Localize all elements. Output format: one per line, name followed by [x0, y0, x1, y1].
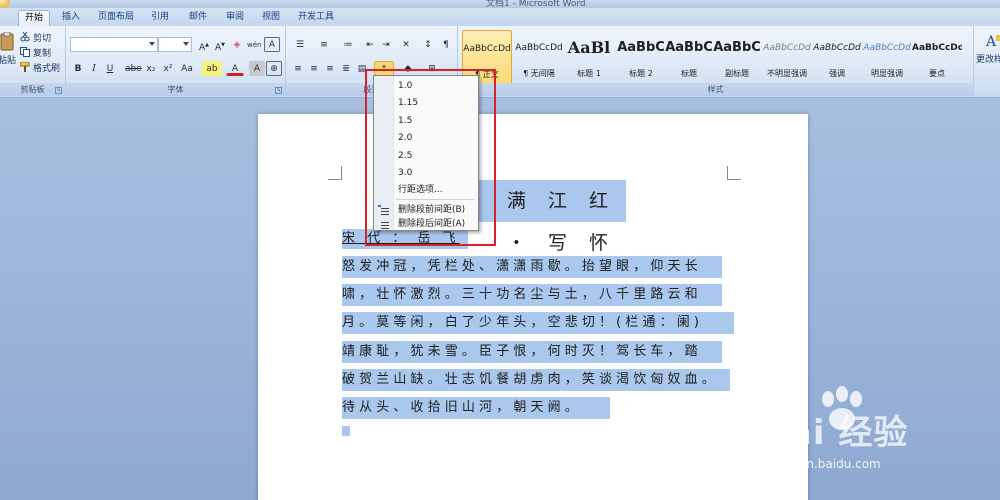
phonetic-guide-button[interactable]: wén: [246, 37, 262, 52]
strikethrough-button[interactable]: abe: [124, 61, 142, 76]
eraser-icon: ◈: [233, 40, 241, 50]
poem-line: 月 。 莫 等 闲 ， 白 了 少 年 头 ， 空 悲 切 ！ ( 栏 通 ： …: [342, 312, 734, 334]
font-launcher-icon[interactable]: ↘: [275, 87, 282, 94]
sort-icon: ↕: [424, 40, 432, 50]
bullets-button[interactable]: ☰: [290, 37, 310, 52]
margin-corner-mark: [727, 166, 741, 180]
numbering-button[interactable]: ≡: [314, 37, 334, 52]
align-left-button[interactable]: ≡: [290, 61, 306, 76]
copy-icon: [20, 47, 30, 57]
bullet-list-icon: ☰: [295, 40, 305, 50]
tab-mailings[interactable]: 邮件: [184, 10, 212, 27]
poem-line: 待 从 头 、 收 拾 旧 山 河 ， 朝 天 阙 。: [342, 397, 610, 419]
subscript-button[interactable]: x₂: [143, 61, 159, 76]
shrink-font-button[interactable]: A▼: [212, 37, 228, 53]
change-styles-label: 更改样式: [976, 55, 1000, 65]
pilcrow-icon: ¶: [443, 40, 449, 50]
clear-formatting-button[interactable]: ◈: [229, 37, 245, 52]
poem-line: 啸 ， 壮 怀 激 烈 。 三 十 功 名 尘 与 土 ， 八 千 里 路 云 …: [342, 284, 722, 306]
clipboard-launcher-icon[interactable]: ↘: [55, 87, 62, 94]
enclose-character-button[interactable]: ⊕: [266, 61, 282, 76]
copy-button[interactable]: 复制: [20, 45, 51, 59]
increase-indent-icon: ⇥: [382, 40, 390, 50]
font-name-combo[interactable]: [70, 37, 158, 52]
paste-button[interactable]: 粘贴: [0, 32, 16, 72]
change-styles-button[interactable]: A 更改样式: [976, 32, 1000, 72]
font-group-label: 字体: [66, 83, 285, 96]
italic-button[interactable]: I: [86, 61, 102, 76]
tab-review[interactable]: 审阅: [221, 10, 249, 27]
title-bar: 文档1 - Microsoft Word: [0, 0, 1000, 8]
ribbon-tab-row: 开始 插入 页面布局 引用 邮件 审阅 视图 开发工具: [0, 8, 1000, 27]
decrease-indent-button[interactable]: ⇤: [362, 37, 378, 52]
tab-home[interactable]: 开始: [18, 10, 50, 27]
selection-tail: [342, 426, 350, 436]
multilevel-list-icon: ≔: [343, 40, 353, 50]
chinese-layout-icon: ✕: [402, 40, 410, 50]
align-left-icon: ≡: [294, 64, 302, 74]
baidu-jingyan-watermark: Bai 经验 jingyan.baidu.com: [762, 385, 998, 480]
clipboard-group: 粘贴 剪切 复制 格式刷 剪贴板 ↘: [0, 26, 66, 97]
poem-line: 靖 康 耻 ， 犹 未 雪 。 臣 子 恨 ， 何 时 灭 ！ 驾 长 车 ， …: [342, 341, 722, 363]
cut-button[interactable]: 剪切: [20, 30, 51, 44]
multilevel-list-button[interactable]: ≔: [338, 37, 358, 52]
justify-icon: ≣: [342, 64, 350, 74]
styles-group-label: 样式: [458, 83, 973, 96]
highlight-color-button[interactable]: ab: [202, 61, 222, 76]
poem-line: 破 贺 兰 山 缺 。 壮 志 饥 餐 胡 虏 肉 ， 笑 谈 渴 饮 匈 奴 …: [342, 369, 730, 391]
character-shading-button[interactable]: A: [249, 61, 265, 76]
grow-font-button[interactable]: A▲: [196, 37, 212, 53]
align-right-icon: ≡: [326, 64, 334, 74]
cut-label: 剪切: [33, 33, 52, 44]
paste-icon: [0, 32, 14, 51]
format-painter-label: 格式刷: [33, 63, 61, 74]
scissors-icon: [20, 32, 30, 42]
sort-button[interactable]: ↕: [420, 37, 436, 52]
poem-title: 满 江 红 ・ 写 怀: [476, 180, 626, 254]
justify-button[interactable]: ≣: [338, 61, 354, 76]
align-center-button[interactable]: ≡: [306, 61, 322, 76]
font-color-button[interactable]: A: [226, 61, 244, 76]
watermark-url: jingyan.baidu.com: [770, 457, 881, 471]
increase-indent-button[interactable]: ⇥: [378, 37, 394, 52]
character-border-button[interactable]: A: [264, 37, 280, 52]
underline-button[interactable]: U: [102, 61, 118, 76]
chinese-layout-button[interactable]: ✕: [396, 37, 416, 52]
poem-line: 怒 发 冲 冠 ， 凭 栏 处 、 潇 潇 雨 歇 。 抬 望 眼 ， 仰 天 …: [342, 256, 722, 278]
font-size-combo[interactable]: [158, 37, 192, 52]
format-painter-button[interactable]: 格式刷: [20, 60, 60, 74]
change-case-button[interactable]: Aa: [177, 61, 197, 76]
align-center-icon: ≡: [310, 64, 318, 74]
tab-view[interactable]: 视图: [257, 10, 285, 27]
tab-references[interactable]: 引用: [146, 10, 174, 27]
styles-group: AaBbCcDd ¶ 正文 AaBbCcDd ¶ 无间隔 AaBl 标题 1 A…: [458, 26, 974, 97]
align-right-button[interactable]: ≡: [322, 61, 338, 76]
office-button-icon[interactable]: [0, 0, 10, 8]
document-page[interactable]: 满 江 红 ・ 写 怀 宋 代 ： 岳 飞 怒 发 冲 冠 ， 凭 栏 处 、 …: [258, 114, 808, 500]
font-group: A▲ A▼ ◈ wén A B I U abe x₂ x² Aa ab A A …: [66, 26, 286, 97]
svg-text:A: A: [985, 34, 997, 50]
copy-label: 复制: [33, 48, 52, 59]
tab-page-layout[interactable]: 页面布局: [94, 10, 138, 27]
bold-button[interactable]: B: [70, 61, 86, 76]
annotation-highlight-frame: [365, 69, 496, 246]
tab-insert[interactable]: 插入: [56, 10, 86, 27]
watermark-logo-text: Bai 经验: [762, 413, 909, 453]
show-marks-button[interactable]: ¶: [438, 37, 454, 52]
ribbon: 粘贴 剪切 复制 格式刷 剪贴板 ↘ A▲ A▼ ◈ wén A B I U a…: [0, 26, 1000, 98]
tab-developer[interactable]: 开发工具: [294, 10, 338, 27]
change-styles-icon: A: [985, 34, 1000, 50]
numbered-list-icon: ≡: [320, 40, 328, 50]
window-title: 文档1 - Microsoft Word: [486, 0, 586, 8]
enclosed-character-icon: ⊕: [270, 64, 278, 74]
chevron-down-icon: [149, 42, 155, 46]
chevron-down-icon: [183, 42, 189, 46]
margin-corner-mark: [328, 166, 342, 180]
decrease-indent-icon: ⇤: [366, 40, 374, 50]
superscript-button[interactable]: x²: [160, 61, 176, 76]
paste-label: 粘贴: [0, 56, 17, 66]
paintbrush-icon: [20, 62, 30, 72]
